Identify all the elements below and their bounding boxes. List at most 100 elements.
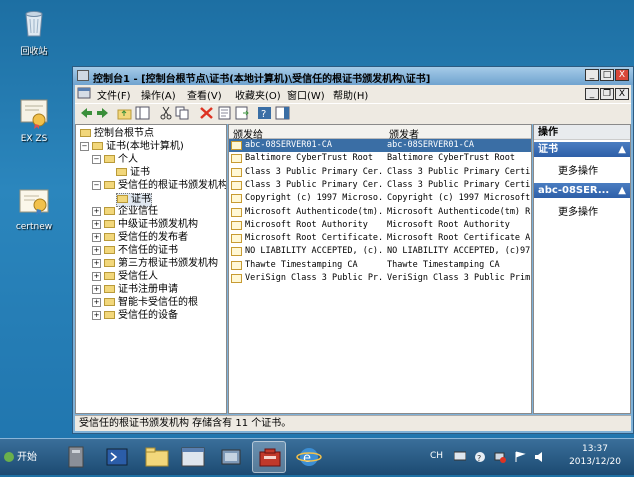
- table-row[interactable]: Copyright (c) 1997 Microso... Copyright (…: [229, 192, 531, 205]
- tree-node-trusted-devices[interactable]: + 受信任的设备: [92, 310, 178, 322]
- taskbar-mmc-console[interactable]: [252, 441, 286, 473]
- tree-node-certificates-local[interactable]: − 证书(本地计算机): [80, 141, 184, 153]
- tree-node-untrusted[interactable]: + 不信任的证书: [92, 245, 178, 257]
- tree-node-console-root[interactable]: 控制台根节点: [80, 128, 154, 140]
- taskbar-explorer[interactable]: [140, 441, 174, 473]
- expand-toggle-icon[interactable]: +: [92, 258, 101, 268]
- minimize-button[interactable]: _: [585, 69, 599, 81]
- menu-window[interactable]: 窗口(W): [287, 87, 325, 102]
- folder-icon: [104, 181, 115, 189]
- help-tray-icon[interactable]: ?: [474, 451, 486, 463]
- folder-icon: [104, 246, 115, 254]
- network-warning-icon[interactable]: [494, 451, 506, 463]
- collapse-arrow-icon[interactable]: ▲: [618, 142, 626, 157]
- action-section-header-certs[interactable]: 证书 ▲: [534, 142, 630, 157]
- expand-toggle-icon[interactable]: +: [92, 271, 101, 281]
- inner-restore-button[interactable]: ❐: [600, 88, 614, 100]
- tree-node-trusted-root[interactable]: − 受信任的根证书颁发机构: [92, 180, 226, 192]
- tree-node-enterprise-trust[interactable]: + 企业信任: [92, 206, 158, 218]
- action-section-header-selected[interactable]: abc-08SER... ▲: [534, 183, 630, 198]
- table-row[interactable]: Microsoft Authenticode(tm)... Microsoft A…: [229, 206, 531, 219]
- keyboard-icon[interactable]: [453, 451, 467, 461]
- language-indicator[interactable]: CH: [430, 451, 443, 461]
- table-row[interactable]: abc-08SERVER01-CA abc-08SERVER01-CA: [229, 139, 531, 152]
- forward-arrow-icon[interactable]: [95, 106, 110, 120]
- certificate-icon: [231, 167, 242, 177]
- volume-icon[interactable]: [534, 451, 546, 463]
- clock[interactable]: 13:37 2013/12/20: [562, 443, 628, 469]
- menu-file[interactable]: 文件(F): [97, 87, 131, 102]
- tree-node-smartcard-root[interactable]: + 智能卡受信任的根: [92, 297, 198, 309]
- maximize-button[interactable]: □: [600, 69, 614, 81]
- action-more-actions-selected[interactable]: 更多操作: [558, 203, 598, 218]
- back-arrow-icon[interactable]: [79, 106, 94, 120]
- desktop-icon-certnew[interactable]: certnew: [4, 184, 64, 232]
- taskbar-powershell[interactable]: [100, 441, 134, 473]
- inner-close-button[interactable]: X: [615, 88, 629, 100]
- tree-node-trusted-root-certs[interactable]: 证书: [116, 193, 152, 207]
- expand-toggle-icon[interactable]: +: [92, 219, 101, 229]
- table-row[interactable]: Thawte Timestamping CA Thawte Timestampin…: [229, 259, 531, 272]
- refresh-icon[interactable]: [235, 106, 250, 120]
- collapse-toggle-icon[interactable]: −: [92, 154, 101, 164]
- expand-toggle-icon[interactable]: +: [92, 206, 101, 216]
- tree-node-third-party-root[interactable]: + 第三方根证书颁发机构: [92, 258, 218, 270]
- certificate-icon: [231, 180, 242, 190]
- window-titlebar[interactable]: 控制台1 - [控制台根节点\证书(本地计算机)\受信任的根证书颁发机构\证书]…: [73, 67, 633, 85]
- taskbar-server-manager[interactable]: [60, 441, 94, 473]
- expand-toggle-icon[interactable]: +: [92, 245, 101, 255]
- menu-view[interactable]: 查看(V): [187, 87, 222, 102]
- cell-issued-to: Class 3 Public Primary Cer...: [245, 166, 385, 177]
- delete-icon[interactable]: [199, 106, 214, 120]
- tree-node-trusted-publishers[interactable]: + 受信任的发布者: [92, 232, 188, 244]
- cell-issued-to: Microsoft Root Authority: [245, 219, 368, 230]
- cell-issued-to: Baltimore CyberTrust Root: [245, 153, 373, 164]
- expand-toggle-icon[interactable]: +: [92, 297, 101, 307]
- console-tree: 控制台根节点 − 证书(本地计算机) − 个人 证书 − 受信任的根证书颁发机构 证书…: [75, 124, 227, 414]
- inner-minimize-button[interactable]: _: [585, 88, 599, 100]
- expand-toggle-icon[interactable]: +: [92, 284, 101, 294]
- table-row[interactable]: Class 3 Public Primary Cer... Class 3 Pub…: [229, 179, 531, 192]
- tree-node-intermediate-ca[interactable]: + 中级证书颁发机构: [92, 219, 198, 231]
- certificate-icon: [231, 247, 242, 257]
- tree-node-enrollment-requests[interactable]: + 证书注册申请: [92, 284, 178, 296]
- desktop-icon-label: 回收站: [20, 47, 48, 57]
- desktop-icon-ex-zs[interactable]: EX ZS: [4, 96, 64, 144]
- expand-toggle-icon[interactable]: +: [92, 232, 101, 242]
- start-button[interactable]: 开始: [4, 447, 44, 469]
- collapse-arrow-icon[interactable]: ▲: [618, 183, 626, 198]
- show-hide-tree-icon[interactable]: [135, 106, 150, 120]
- menu-action[interactable]: 操作(A): [141, 87, 176, 102]
- collapse-toggle-icon[interactable]: −: [92, 180, 101, 190]
- taskbar-internet-explorer[interactable]: e: [292, 441, 326, 473]
- expand-toggle-icon[interactable]: +: [92, 310, 101, 320]
- tree-node-personal[interactable]: − 个人: [92, 154, 138, 166]
- taskbar-app-window[interactable]: [176, 441, 210, 473]
- action-pane-toggle-icon[interactable]: [275, 106, 290, 120]
- folder-icon: [104, 298, 115, 306]
- properties-icon[interactable]: [217, 106, 232, 120]
- collapse-toggle-icon[interactable]: −: [80, 141, 89, 151]
- table-row[interactable]: Microsoft Root Certificate... Microsoft R…: [229, 232, 531, 245]
- menu-help[interactable]: 帮助(H): [333, 87, 368, 102]
- menu-favorites[interactable]: 收藏夹(O): [235, 87, 281, 102]
- flag-icon[interactable]: [514, 451, 526, 463]
- folder-icon: [104, 285, 115, 293]
- help-icon[interactable]: ?: [257, 106, 272, 120]
- console-menu-icon[interactable]: [77, 87, 91, 100]
- table-row[interactable]: Baltimore CyberTrust Root Baltimore Cyber…: [229, 152, 531, 165]
- table-row[interactable]: Class 3 Public Primary Cer... Class 3 Pub…: [229, 166, 531, 179]
- table-row[interactable]: Microsoft Root Authority Microsoft Root A…: [229, 219, 531, 232]
- copy-icon[interactable]: [175, 106, 190, 120]
- close-button[interactable]: X: [615, 69, 629, 81]
- tree-node-personal-certs[interactable]: 证书: [116, 167, 150, 179]
- taskbar-app-tools[interactable]: [214, 441, 248, 473]
- table-row[interactable]: NO LIABILITY ACCEPTED, (c)... NO LIABILIT…: [229, 245, 531, 258]
- action-more-actions-certs[interactable]: 更多操作: [558, 162, 598, 177]
- desktop-icon-recycle-bin[interactable]: 回收站: [4, 6, 64, 57]
- tree-node-trusted-people[interactable]: + 受信任人: [92, 271, 158, 283]
- table-row[interactable]: VeriSign Class 3 Public Pr... VeriSign Cl…: [229, 272, 531, 285]
- up-folder-icon[interactable]: [117, 106, 132, 120]
- cut-icon[interactable]: [159, 106, 174, 120]
- folder-icon: [80, 129, 91, 137]
